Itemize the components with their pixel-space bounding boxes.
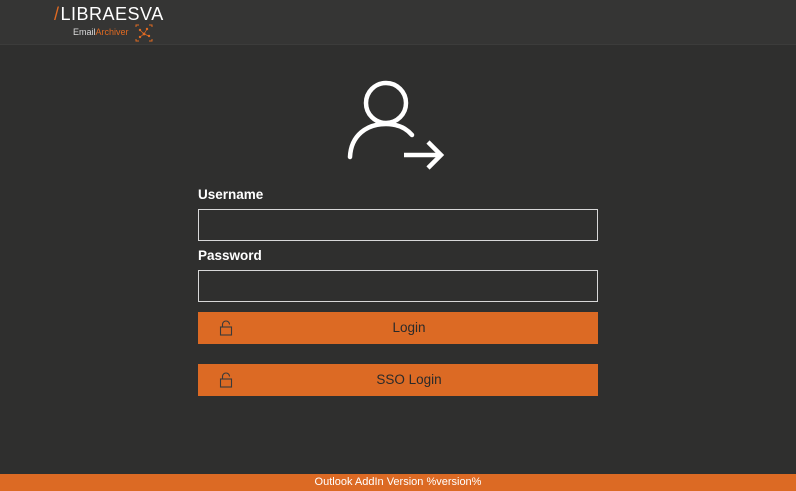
version-footer: Outlook AddIn Version %version% <box>0 474 796 491</box>
libraesva-logo: /LIBRAESVA EmailArchiver <box>54 4 164 42</box>
user-sign-in-icon <box>347 80 445 170</box>
sso-login-button[interactable]: SSO Login <box>198 364 598 396</box>
login-button[interactable]: Login <box>198 312 598 344</box>
logo-wordmark: /LIBRAESVA <box>54 4 164 24</box>
logo-subtitle: EmailArchiver <box>73 27 129 37</box>
password-label: Password <box>198 248 262 263</box>
username-input[interactable] <box>198 209 598 241</box>
sso-login-button-label: SSO Login <box>376 372 442 387</box>
username-label: Username <box>198 187 264 202</box>
header-bar: /LIBRAESVA EmailArchiver <box>0 0 796 45</box>
login-button-label: Login <box>392 320 426 335</box>
password-input[interactable] <box>198 270 598 302</box>
archive-network-icon <box>135 24 153 42</box>
login-page: /LIBRAESVA EmailArchiver Username Passwo… <box>0 0 796 491</box>
